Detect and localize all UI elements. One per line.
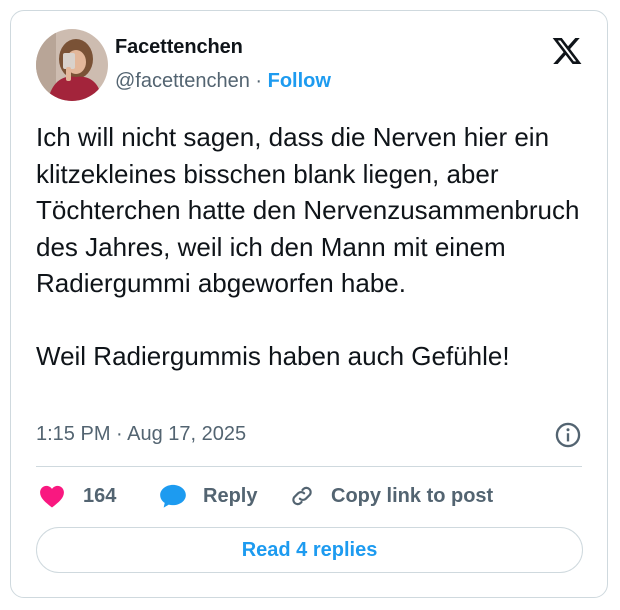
avatar[interactable]: [36, 29, 108, 101]
copy-link-button[interactable]: Copy link to post: [289, 479, 493, 513]
avatar-photo: [36, 29, 108, 101]
tweet-text: Ich will nicht sagen, dass die Nerven hi…: [36, 119, 592, 375]
tweet-card: Facettenchen @facettenchen · Follow Ich …: [10, 10, 608, 598]
copy-link-label: Copy link to post: [331, 484, 494, 507]
like-button[interactable]: 164: [39, 479, 116, 513]
tweet-timestamp[interactable]: 1:15 PM · Aug 17, 2025: [36, 423, 246, 446]
read-replies-button[interactable]: Read 4 replies: [36, 527, 583, 573]
tweet-paragraph: Weil Radiergummis haben auch Gefühle!: [36, 341, 510, 371]
heart-icon: [40, 485, 64, 508]
follow-button[interactable]: Follow: [268, 70, 331, 92]
info-icon[interactable]: [554, 421, 582, 449]
handle-row: @facettenchen · Follow: [115, 70, 331, 93]
divider: [36, 466, 582, 467]
handle-separator: ·: [249, 70, 268, 92]
x-logo-icon[interactable]: [551, 35, 583, 67]
reply-label: Reply: [203, 484, 258, 507]
reply-button[interactable]: Reply: [159, 479, 257, 513]
link-icon: [292, 486, 312, 506]
like-count: 164: [83, 484, 117, 507]
read-replies-label: Read 4 replies: [241, 538, 378, 561]
tweet-paragraph: Ich will nicht sagen, dass die Nerven hi…: [36, 122, 580, 298]
author-name[interactable]: Facettenchen: [115, 36, 243, 59]
author-handle[interactable]: @facettenchen: [115, 70, 250, 92]
speech-bubble-icon: [160, 484, 186, 508]
